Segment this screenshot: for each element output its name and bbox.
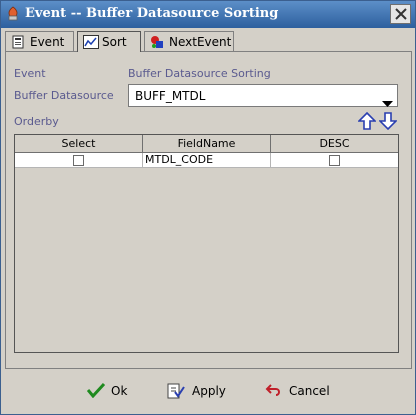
document-icon <box>11 35 25 52</box>
column-header-fieldname[interactable]: FieldName <box>143 135 271 153</box>
column-header-desc[interactable]: DESC <box>271 135 398 153</box>
close-icon <box>395 8 407 20</box>
shapes-icon <box>150 35 164 52</box>
tab-nextevent-label: NextEvent <box>169 35 232 49</box>
chevron-down-icon <box>382 93 393 112</box>
chart-icon <box>83 35 99 52</box>
title-bar[interactable]: Event -- Buffer Datasource Sorting <box>1 1 415 28</box>
app-icon <box>6 6 20 21</box>
cancel-label: Cancel <box>289 384 330 398</box>
cancel-button[interactable]: Cancel <box>265 379 340 403</box>
window-title: Event -- Buffer Datasource Sorting <box>25 6 279 21</box>
move-up-button[interactable] <box>357 111 377 130</box>
select-cell[interactable] <box>15 153 143 168</box>
dialog-window: Event -- Buffer Datasource Sorting Event <box>0 0 416 415</box>
tab-event[interactable]: Event <box>5 31 74 51</box>
undo-icon <box>265 382 283 401</box>
apply-icon <box>167 382 185 403</box>
tab-event-label: Event <box>30 35 65 49</box>
check-icon <box>86 382 106 401</box>
event-value: Buffer Datasource Sorting <box>128 67 271 80</box>
event-label: Event <box>14 67 46 80</box>
tab-strip: Event Sort NextEvent <box>5 31 411 52</box>
orderby-table[interactable]: Select FieldName DESC MTDL_CODE <box>14 134 399 353</box>
desc-cell[interactable] <box>271 153 398 168</box>
sort-panel: Event Buffer Datasource Sorting Buffer D… <box>5 51 412 369</box>
arrow-down-icon <box>378 112 398 131</box>
buffer-datasource-label: Buffer Datasource <box>14 89 114 102</box>
close-button[interactable] <box>390 4 411 24</box>
move-down-button[interactable] <box>378 112 398 131</box>
ok-label: Ok <box>111 384 128 398</box>
apply-button[interactable]: Apply <box>167 379 237 403</box>
buffer-datasource-select[interactable]: BUFF_MTDL <box>128 84 398 107</box>
fieldname-value: MTDL_CODE <box>145 153 214 166</box>
buffer-datasource-value: BUFF_MTDL <box>135 89 206 103</box>
orderby-label: Orderby <box>14 115 59 128</box>
table-row[interactable]: MTDL_CODE <box>15 153 398 168</box>
fieldname-cell[interactable]: MTDL_CODE <box>143 153 271 168</box>
table-header: Select FieldName DESC <box>15 135 398 153</box>
arrow-up-icon <box>357 111 377 130</box>
apply-label: Apply <box>192 384 226 398</box>
tab-nextevent[interactable]: NextEvent <box>144 31 234 51</box>
tab-sort-label: Sort <box>102 35 127 49</box>
column-header-select[interactable]: Select <box>15 135 143 153</box>
ok-button[interactable]: Ok <box>86 379 137 403</box>
desc-checkbox[interactable] <box>329 155 340 166</box>
tab-sort[interactable]: Sort <box>77 31 141 52</box>
select-checkbox[interactable] <box>73 155 84 166</box>
